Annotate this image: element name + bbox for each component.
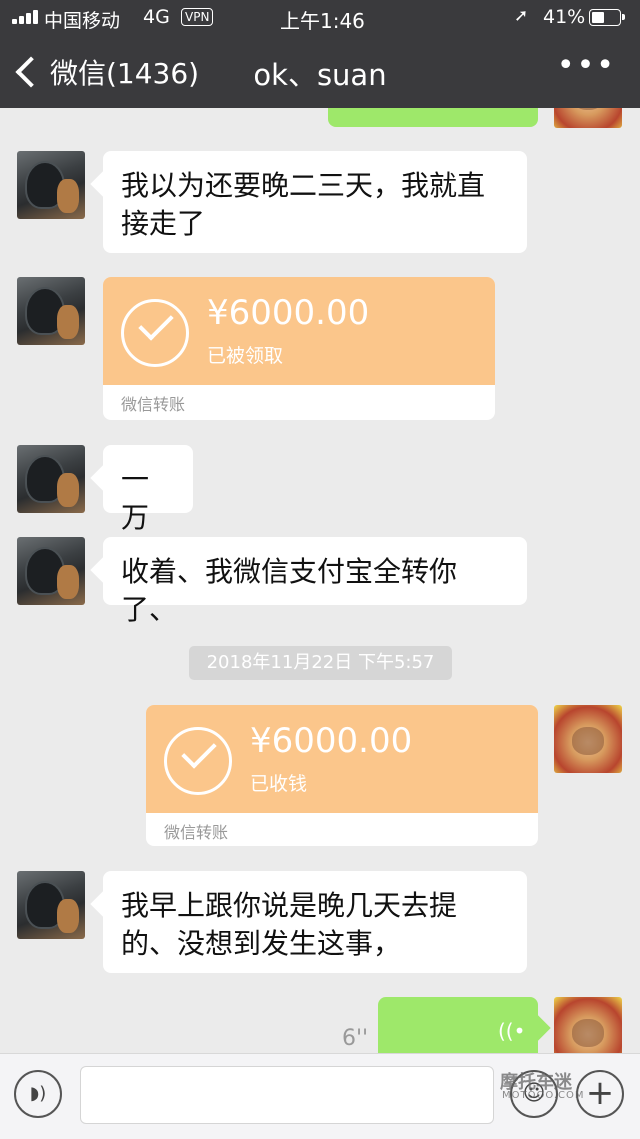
avatar-self-partial[interactable] bbox=[554, 108, 622, 128]
avatar-contact[interactable] bbox=[17, 871, 85, 939]
transfer-footer: 微信转账 bbox=[164, 823, 229, 842]
battery-icon bbox=[589, 9, 625, 26]
status-bar: 中国移动 4G VPN 上午1:46 ➚ 41% bbox=[0, 0, 640, 34]
message-bubble-received[interactable]: 我以为还要晚二三天，我就直接走了 bbox=[103, 151, 527, 253]
avatar-contact[interactable] bbox=[17, 445, 85, 513]
avatar-self[interactable] bbox=[554, 997, 622, 1053]
nav-bar: 微信(1436) ok、suan ••• bbox=[0, 34, 640, 108]
watermark-line2: MOTOOO.COM bbox=[502, 1090, 585, 1101]
timestamp-chip: 2018年11月22日 下午5:57 bbox=[189, 646, 452, 680]
transfer-card-sent[interactable]: ¥6000.00 已收钱 微信转账 bbox=[146, 705, 538, 846]
voice-icon[interactable]: ◗) bbox=[14, 1070, 62, 1118]
location-arrow-icon: ➚ bbox=[514, 6, 529, 26]
vpn-badge: VPN bbox=[181, 8, 214, 26]
watermark-logo: 摩托车迷 MOTOOO.COM bbox=[462, 1068, 592, 1112]
check-circle-icon bbox=[164, 727, 232, 795]
check-circle-icon bbox=[121, 299, 189, 367]
carrier-label: 中国移动 bbox=[44, 10, 121, 32]
status-time: 上午1:46 bbox=[280, 9, 365, 33]
network-label: 4G bbox=[143, 6, 170, 28]
transfer-card-received[interactable]: ¥6000.00 已被领取 微信转账 bbox=[103, 277, 495, 420]
transfer-status: 已被领取 bbox=[207, 345, 284, 367]
avatar-contact[interactable] bbox=[17, 277, 85, 345]
signal-icon bbox=[12, 10, 40, 24]
more-options-button[interactable]: ••• bbox=[557, 48, 616, 83]
message-bubble-received[interactable]: 收着、我微信支付宝全转你了、 bbox=[103, 537, 527, 626]
message-bubble-received[interactable]: 我早上跟你说是晚几天去提的、没想到发生这事， bbox=[103, 871, 527, 973]
avatar-self[interactable] bbox=[554, 705, 622, 773]
chat-area[interactable]: 我以为还要晚二三天，我就直接走了 ¥6000.00 已被领取 微信转账 一万 收… bbox=[0, 108, 640, 1053]
chat-title: ok、suan bbox=[253, 58, 387, 92]
transfer-status: 已收钱 bbox=[250, 773, 308, 795]
message-bubble-received[interactable]: 一万 bbox=[103, 445, 193, 534]
message-input[interactable] bbox=[80, 1066, 494, 1124]
transfer-footer: 微信转账 bbox=[121, 395, 186, 414]
voice-wave-icon: ((• bbox=[498, 1019, 526, 1043]
battery-percent: 41% bbox=[543, 6, 586, 28]
avatar-contact[interactable] bbox=[17, 537, 85, 605]
avatar-contact[interactable] bbox=[17, 151, 85, 219]
transfer-amount: ¥6000.00 bbox=[207, 293, 370, 333]
voice-message-bubble[interactable]: ((• bbox=[378, 997, 538, 1053]
top-bar: 中国移动 4G VPN 上午1:46 ➚ 41% 微信(1436) ok、sua… bbox=[0, 0, 640, 108]
transfer-amount: ¥6000.00 bbox=[250, 721, 413, 761]
voice-duration: 6'' bbox=[342, 1026, 369, 1051]
message-bubble-sent-partial[interactable] bbox=[328, 108, 538, 127]
